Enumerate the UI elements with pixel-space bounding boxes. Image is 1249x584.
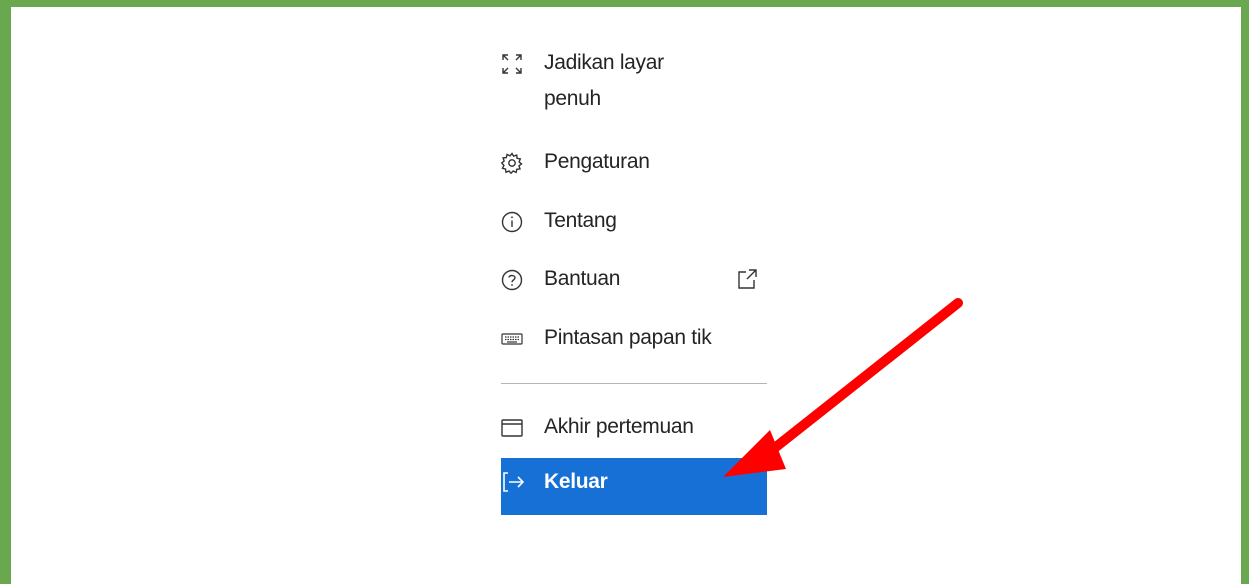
menu-item-label: Pintasan papan tik bbox=[544, 326, 712, 349]
menu-item-fullscreen[interactable]: Jadikan layar penuh bbox=[501, 51, 767, 117]
menu-item-help[interactable]: Bantuan bbox=[501, 267, 767, 297]
menu-item-label: Jadikan layar penuh bbox=[544, 51, 664, 110]
menu-item-label: Keluar bbox=[544, 470, 608, 493]
menu-item-label: Akhir pertemuan bbox=[544, 415, 694, 438]
menu-item-keyboard-shortcuts[interactable]: Pintasan papan tik bbox=[501, 326, 767, 356]
sign-out-icon bbox=[503, 471, 525, 493]
fullscreen-icon bbox=[501, 53, 523, 75]
menu-divider bbox=[501, 383, 767, 384]
menu-item-label: Tentang bbox=[544, 209, 617, 232]
menu-item-end-meeting[interactable]: Akhir pertemuan bbox=[501, 415, 767, 445]
gear-icon bbox=[501, 152, 523, 174]
window-icon bbox=[501, 417, 523, 439]
menu-item-sign-out[interactable]: Keluar bbox=[501, 458, 767, 515]
menu-item-label: Pengaturan bbox=[544, 150, 650, 173]
menu-item-label: Bantuan bbox=[544, 267, 621, 290]
info-icon bbox=[501, 211, 523, 233]
external-link-icon bbox=[736, 268, 758, 290]
menu-item-settings[interactable]: Pengaturan bbox=[501, 150, 767, 180]
menu-item-about[interactable]: Tentang bbox=[501, 209, 767, 239]
help-icon bbox=[501, 269, 523, 291]
keyboard-icon bbox=[501, 328, 523, 350]
